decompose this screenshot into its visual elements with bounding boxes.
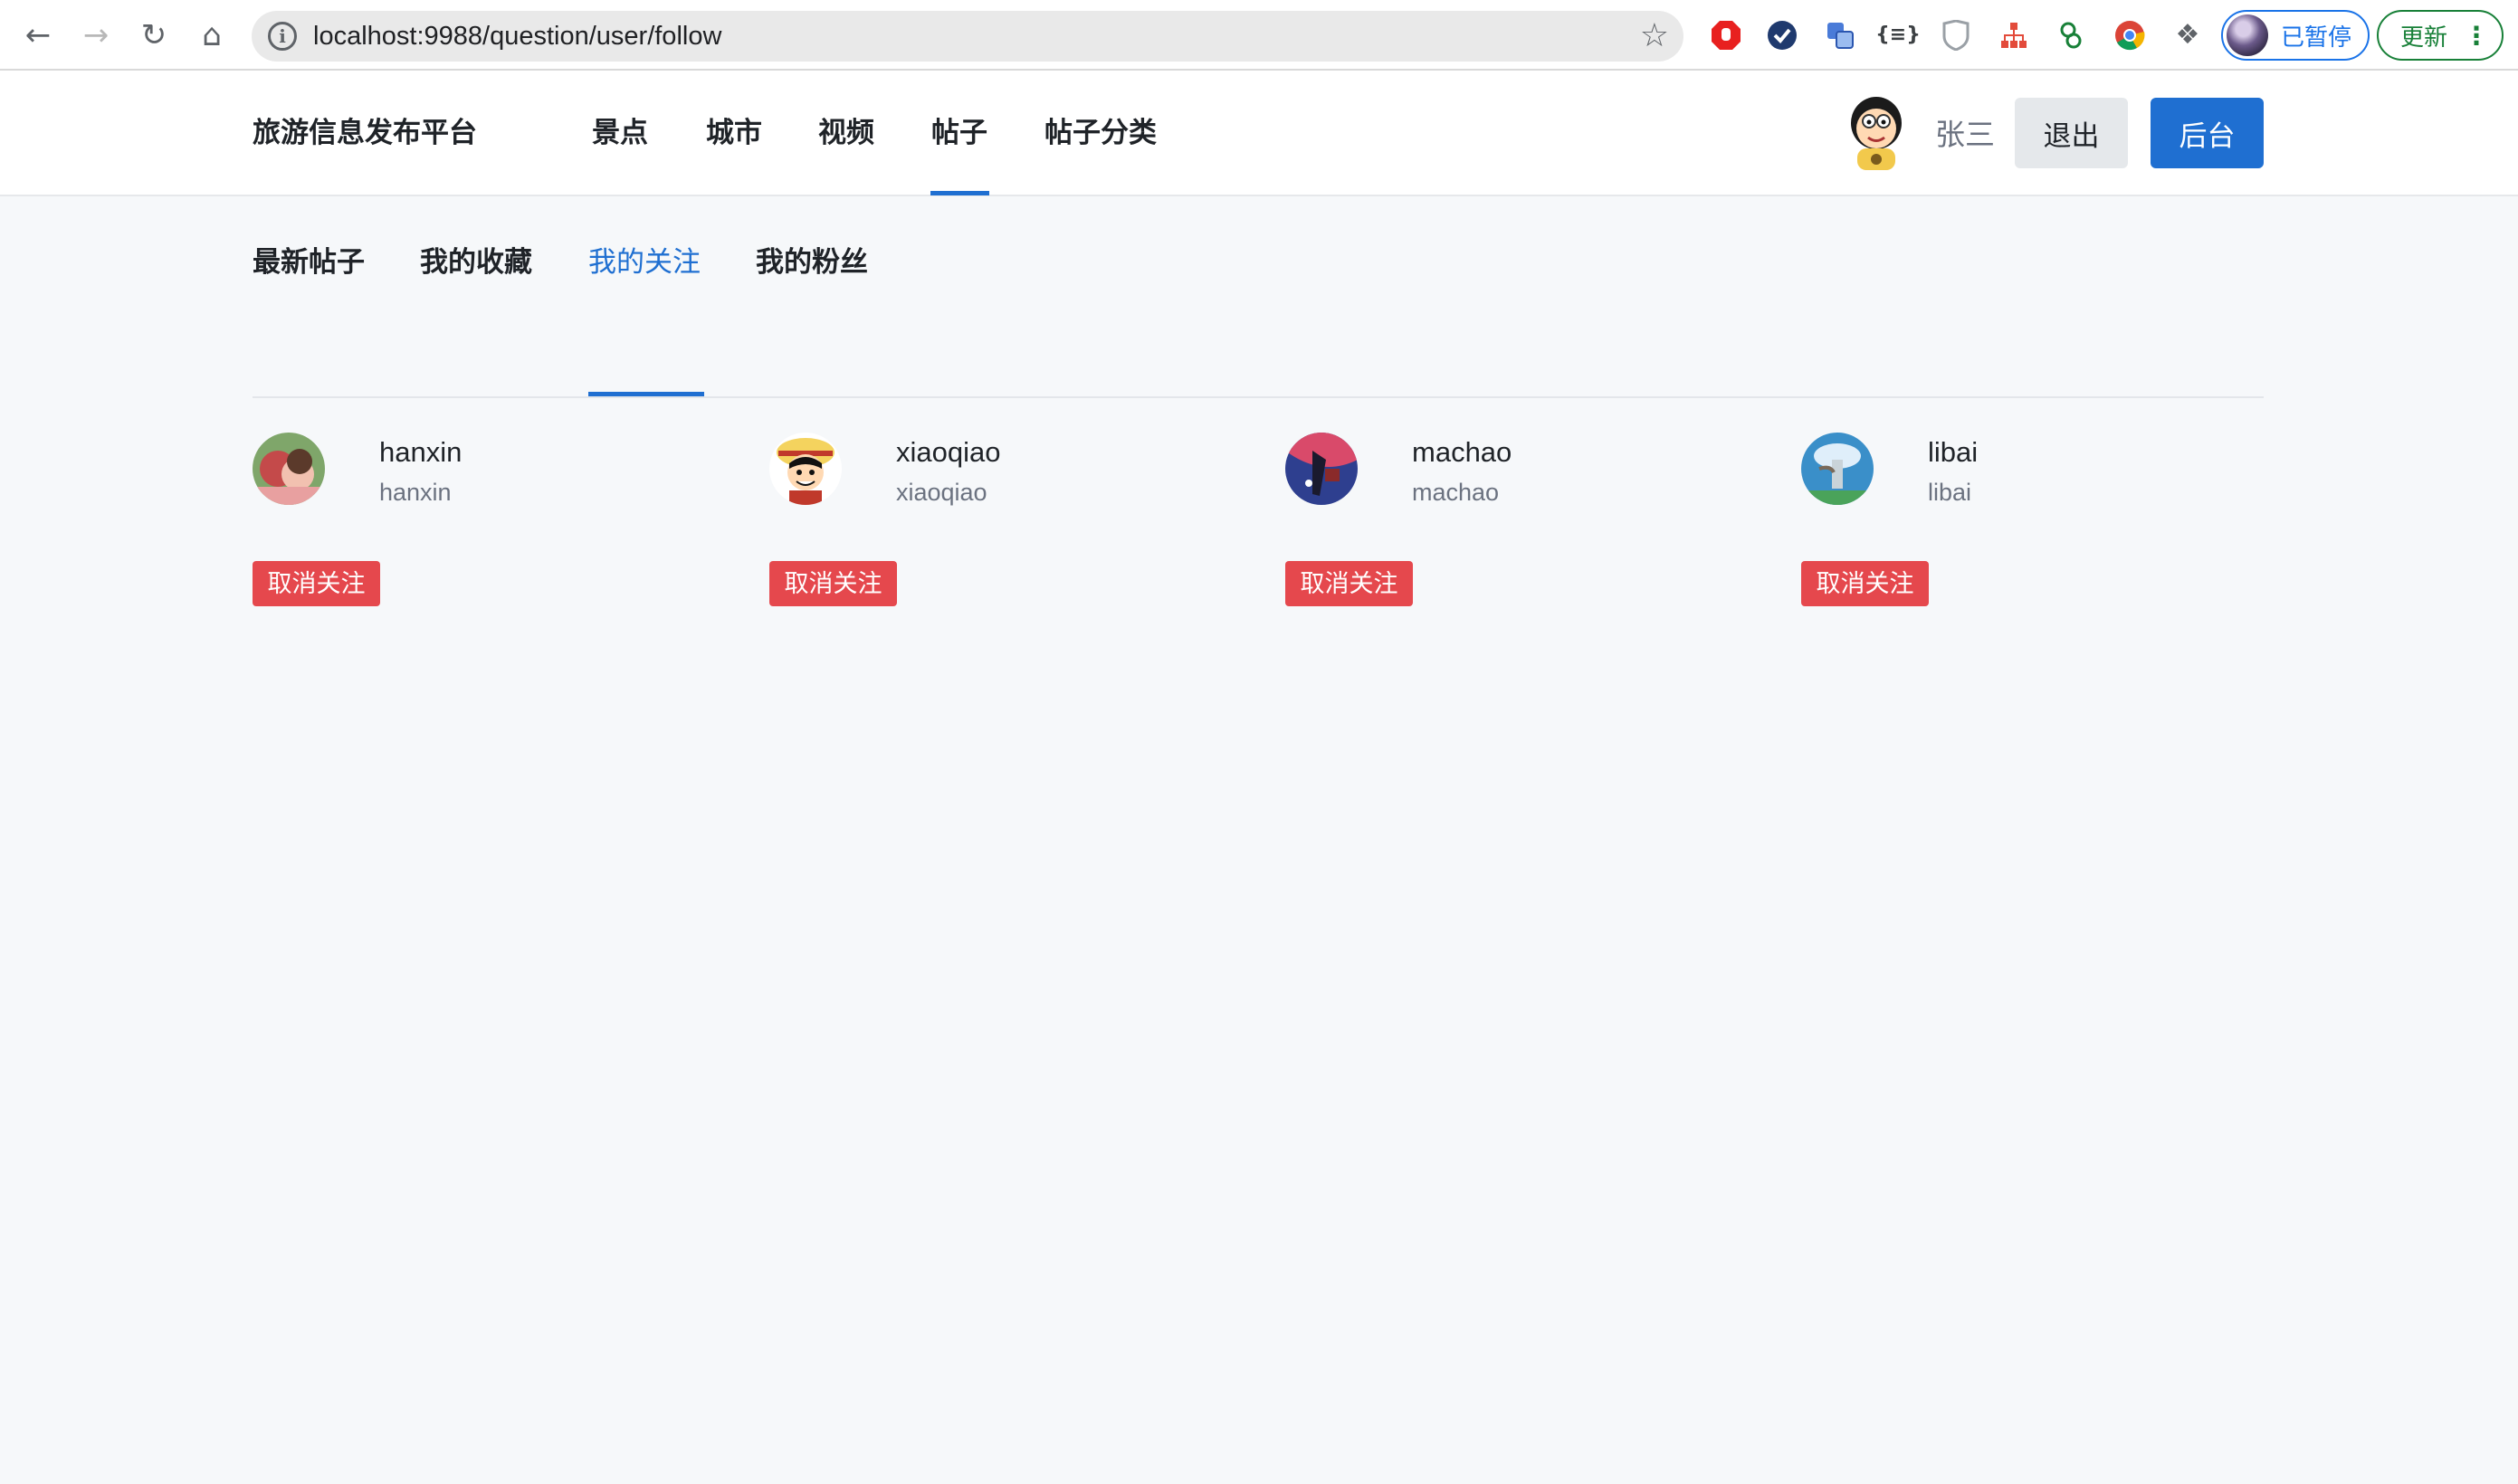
nav-item-city[interactable]: 城市	[706, 112, 762, 154]
sub-tabs: 最新帖子 我的收藏 我的关注 我的粉丝	[253, 196, 2264, 398]
follow-card: xiaoqiao xiaoqiao 取消关注	[769, 425, 1222, 615]
avatar[interactable]	[1801, 433, 1874, 505]
profile-avatar	[2227, 14, 2268, 56]
avatar[interactable]	[253, 433, 325, 505]
address-url[interactable]: localhost:9988/question/user/follow	[313, 20, 721, 52]
nav-item-scenic[interactable]: 景点	[592, 112, 648, 154]
back-icon[interactable]: ←	[16, 14, 60, 57]
check-icon[interactable]	[1765, 18, 1799, 52]
tab-my-follows[interactable]: 我的关注	[588, 242, 701, 283]
avatar[interactable]	[1285, 433, 1358, 505]
unfollow-button[interactable]: 取消关注	[1801, 561, 1929, 606]
user-display-name[interactable]: hanxin	[379, 433, 462, 472]
page-content: 旅游信息发布平台 景点 城市 视频 帖子 帖子分类 张三 退出 后台 最新帖子 …	[0, 72, 2518, 1484]
translate-icon[interactable]	[1823, 18, 1857, 52]
user-handle: xiaoqiao	[896, 479, 987, 506]
browser-toolbar: ← → ↻ ⌂ i localhost:9988/question/user/f…	[0, 0, 2518, 71]
tab-my-fans[interactable]: 我的粉丝	[756, 242, 868, 283]
unfollow-button[interactable]: 取消关注	[253, 561, 380, 606]
user-handle: machao	[1412, 479, 1500, 506]
profile-button[interactable]: 已暂停	[2221, 10, 2370, 61]
chrome-icon[interactable]	[2113, 18, 2147, 52]
puzzle-ext-icon[interactable]	[2055, 18, 2089, 52]
user-handle: libai	[1928, 479, 1972, 506]
menu-dots-icon[interactable]: ⋮	[2464, 21, 2489, 51]
unfollow-button[interactable]: 取消关注	[769, 561, 897, 606]
nav-item-post-category[interactable]: 帖子分类	[1044, 112, 1157, 154]
nav-active-indicator	[930, 191, 989, 195]
unfollow-button[interactable]: 取消关注	[1285, 561, 1413, 606]
profile-label: 已暂停	[2281, 24, 2352, 52]
user-handle: hanxin	[379, 479, 452, 506]
home-icon[interactable]: ⌂	[190, 14, 234, 57]
extensions-icon[interactable]: ❖	[2170, 18, 2205, 52]
follow-card: hanxin hanxin 取消关注	[253, 425, 705, 615]
shield-icon[interactable]	[1939, 18, 1973, 52]
follow-card: machao machao 取消关注	[1285, 425, 1738, 615]
forward-icon[interactable]: →	[74, 14, 118, 57]
user-display-name[interactable]: libai	[1928, 433, 1978, 472]
update-button[interactable]: 更新 ⋮	[2377, 10, 2504, 61]
sitemap-icon[interactable]	[1997, 18, 2031, 52]
bookmark-star-icon[interactable]: ☆	[1640, 18, 1669, 54]
user-display-name[interactable]: machao	[1412, 433, 1512, 472]
site-brand[interactable]: 旅游信息发布平台	[253, 112, 477, 154]
site-header: 旅游信息发布平台 景点 城市 视频 帖子 帖子分类 张三 退出 后台	[0, 72, 2518, 196]
nav-item-posts[interactable]: 帖子	[931, 112, 987, 154]
tab-my-favorites[interactable]: 我的收藏	[420, 242, 532, 283]
avatar[interactable]	[769, 433, 842, 505]
address-bar[interactable]: i localhost:9988/question/user/follow ☆	[252, 11, 1683, 62]
user-display-name[interactable]: xiaoqiao	[896, 433, 1000, 472]
logout-button[interactable]: 退出	[2015, 98, 2128, 168]
admin-button[interactable]: 后台	[2151, 98, 2264, 168]
follow-card: libai libai 取消关注	[1801, 425, 2254, 615]
user-name[interactable]: 张三	[1935, 114, 1995, 156]
user-avatar[interactable]	[1841, 94, 1912, 172]
tab-latest-posts[interactable]: 最新帖子	[253, 242, 365, 283]
nav-item-video[interactable]: 视频	[818, 112, 874, 154]
reload-icon[interactable]: ↻	[132, 14, 176, 57]
tab-active-indicator	[588, 392, 704, 396]
ublock-icon[interactable]	[1709, 18, 1743, 52]
update-label: 更新	[2400, 24, 2448, 52]
json-icon[interactable]: {≡}	[1875, 18, 1921, 52]
site-info-icon[interactable]: i	[268, 22, 297, 51]
